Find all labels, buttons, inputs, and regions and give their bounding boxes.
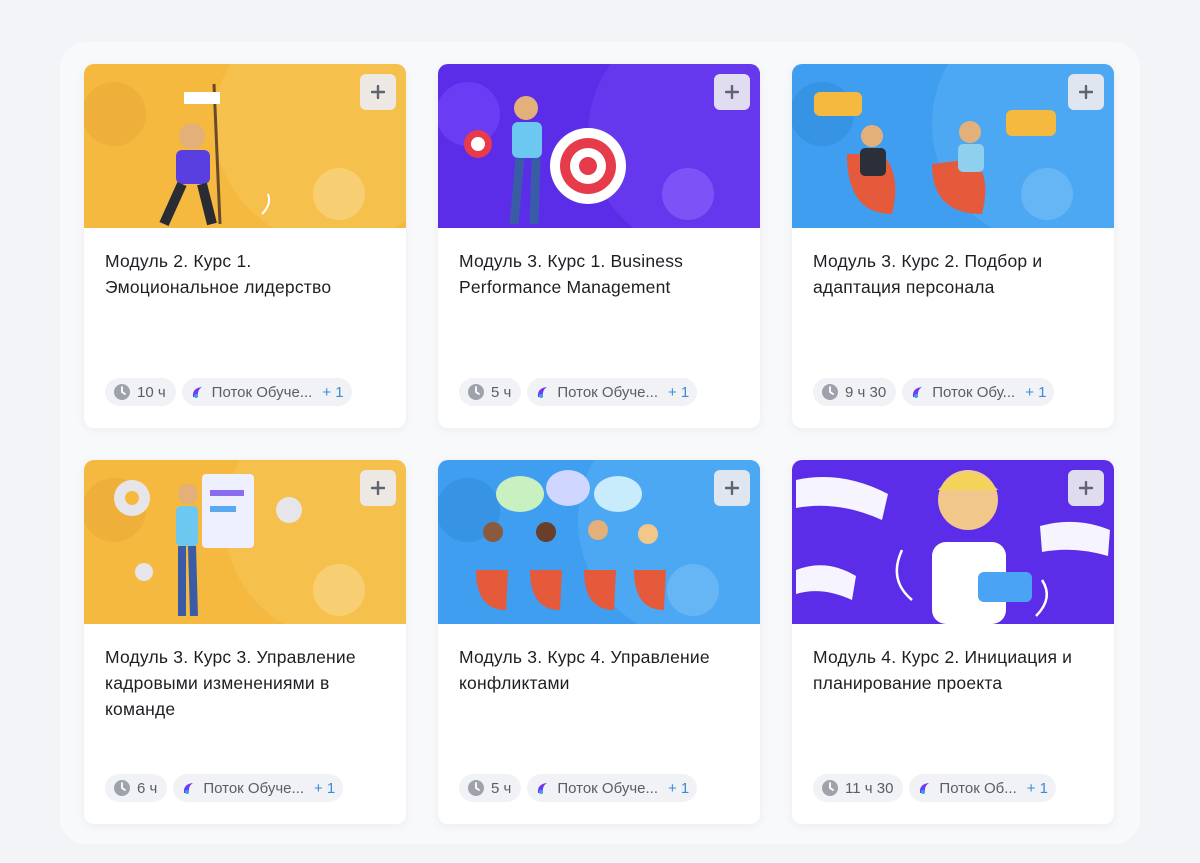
stream-badge[interactable]: Поток Обу... + 1 <box>902 378 1055 406</box>
plus-icon <box>371 85 385 99</box>
add-course-button[interactable] <box>714 74 750 110</box>
course-cover-image <box>792 460 1114 624</box>
stream-name: Поток Обуче... <box>203 779 304 797</box>
duration-text: 9 ч 30 <box>845 383 887 401</box>
course-title[interactable]: Модуль 3. Курс 4. Управление конфликтами <box>459 644 744 696</box>
plus-icon <box>371 481 385 495</box>
course-title[interactable]: Модуль 4. Курс 2. Инициация и планирован… <box>813 644 1098 696</box>
course-cover-image <box>84 460 406 624</box>
plus-icon <box>725 481 739 495</box>
stream-more-count[interactable]: + 1 <box>1025 384 1046 401</box>
duration-badge: 6 ч <box>105 774 168 802</box>
stream-name: Поток Обуче... <box>557 779 658 797</box>
clock-icon <box>822 780 838 796</box>
cover-illustration <box>792 64 1114 228</box>
duration-text: 6 ч <box>137 779 158 797</box>
course-meta: 6 ч Поток Обуче... + 1 <box>105 774 344 802</box>
course-card[interactable]: Модуль 3. Курс 3. Управление кадровыми и… <box>84 460 406 824</box>
course-meta: 10 ч Поток Обуче... + 1 <box>105 378 352 406</box>
clock-icon <box>114 780 130 796</box>
stream-badge[interactable]: Поток Обуче... + 1 <box>527 774 698 802</box>
stream-badge[interactable]: Поток Обуче... + 1 <box>181 378 352 406</box>
duration-badge: 5 ч <box>459 378 522 406</box>
course-title[interactable]: Модуль 3. Курс 2. Подбор и адаптация пер… <box>813 248 1098 300</box>
stream-logo-icon <box>538 387 548 398</box>
cover-illustration <box>438 460 760 624</box>
course-card[interactable]: Модуль 3. Курс 4. Управление конфликтами… <box>438 460 760 824</box>
plus-icon <box>1079 85 1093 99</box>
duration-text: 10 ч <box>137 383 166 401</box>
course-card[interactable]: Модуль 3. Курс 2. Подбор и адаптация пер… <box>792 64 1114 428</box>
clock-icon <box>822 384 838 400</box>
cover-illustration <box>796 470 1110 624</box>
stream-more-count[interactable]: + 1 <box>322 384 343 401</box>
clock-icon <box>114 384 130 400</box>
stream-name: Поток Об... <box>939 779 1017 797</box>
stream-name: Поток Обуче... <box>557 383 658 401</box>
stream-more-count[interactable]: + 1 <box>314 780 335 797</box>
stream-logo-icon <box>184 783 194 794</box>
course-meta: 5 ч Поток Обуче... + 1 <box>459 378 698 406</box>
course-card[interactable]: Модуль 4. Курс 2. Инициация и планирован… <box>792 460 1114 824</box>
cover-illustration <box>84 460 406 624</box>
course-card[interactable]: Модуль 3. Курс 1. Business Performance M… <box>438 64 760 428</box>
course-title[interactable]: Модуль 3. Курс 3. Управление кадровыми и… <box>105 644 390 722</box>
course-cover-image <box>84 64 406 228</box>
plus-icon <box>725 85 739 99</box>
course-card[interactable]: Модуль 2. Курс 1. Эмоциональное лидерств… <box>84 64 406 428</box>
course-title[interactable]: Модуль 2. Курс 1. Эмоциональное лидерств… <box>105 248 390 300</box>
add-course-button[interactable] <box>1068 74 1104 110</box>
clock-icon <box>468 384 484 400</box>
stream-logo-icon <box>538 783 548 794</box>
duration-badge: 5 ч <box>459 774 522 802</box>
stream-logo-icon <box>913 387 923 398</box>
course-title[interactable]: Модуль 3. Курс 1. Business Performance M… <box>459 248 744 300</box>
stream-badge[interactable]: Поток Обуче... + 1 <box>527 378 698 406</box>
add-course-button[interactable] <box>360 470 396 506</box>
duration-text: 5 ч <box>491 383 512 401</box>
cover-illustration <box>84 64 406 228</box>
course-cover-image <box>438 460 760 624</box>
add-course-button[interactable] <box>714 470 750 506</box>
stream-more-count[interactable]: + 1 <box>1027 780 1048 797</box>
stream-logo-icon <box>192 387 202 398</box>
duration-badge: 9 ч 30 <box>813 378 897 406</box>
add-course-button[interactable] <box>1068 470 1104 506</box>
duration-badge: 10 ч <box>105 378 176 406</box>
course-meta: 11 ч 30 Поток Об... + 1 <box>813 774 1057 802</box>
course-meta: 5 ч Поток Обуче... + 1 <box>459 774 698 802</box>
course-meta: 9 ч 30 Поток Обу... + 1 <box>813 378 1055 406</box>
courses-panel: Модуль 2. Курс 1. Эмоциональное лидерств… <box>60 42 1140 844</box>
stream-badge[interactable]: Поток Обуче... + 1 <box>173 774 344 802</box>
duration-text: 5 ч <box>491 779 512 797</box>
stream-name: Поток Обуче... <box>211 383 313 401</box>
stream-more-count[interactable]: + 1 <box>668 384 689 401</box>
add-course-button[interactable] <box>360 74 396 110</box>
stream-logo-icon <box>920 783 930 794</box>
stream-name: Поток Обу... <box>932 383 1016 401</box>
cover-illustration <box>438 64 760 228</box>
duration-text: 11 ч 30 <box>845 779 894 797</box>
duration-badge: 11 ч 30 <box>813 774 904 802</box>
stream-more-count[interactable]: + 1 <box>668 780 689 797</box>
plus-icon <box>1079 481 1093 495</box>
course-cover-image <box>438 64 760 228</box>
course-cover-image <box>792 64 1114 228</box>
clock-icon <box>468 780 484 796</box>
stream-badge[interactable]: Поток Об... + 1 <box>909 774 1057 802</box>
